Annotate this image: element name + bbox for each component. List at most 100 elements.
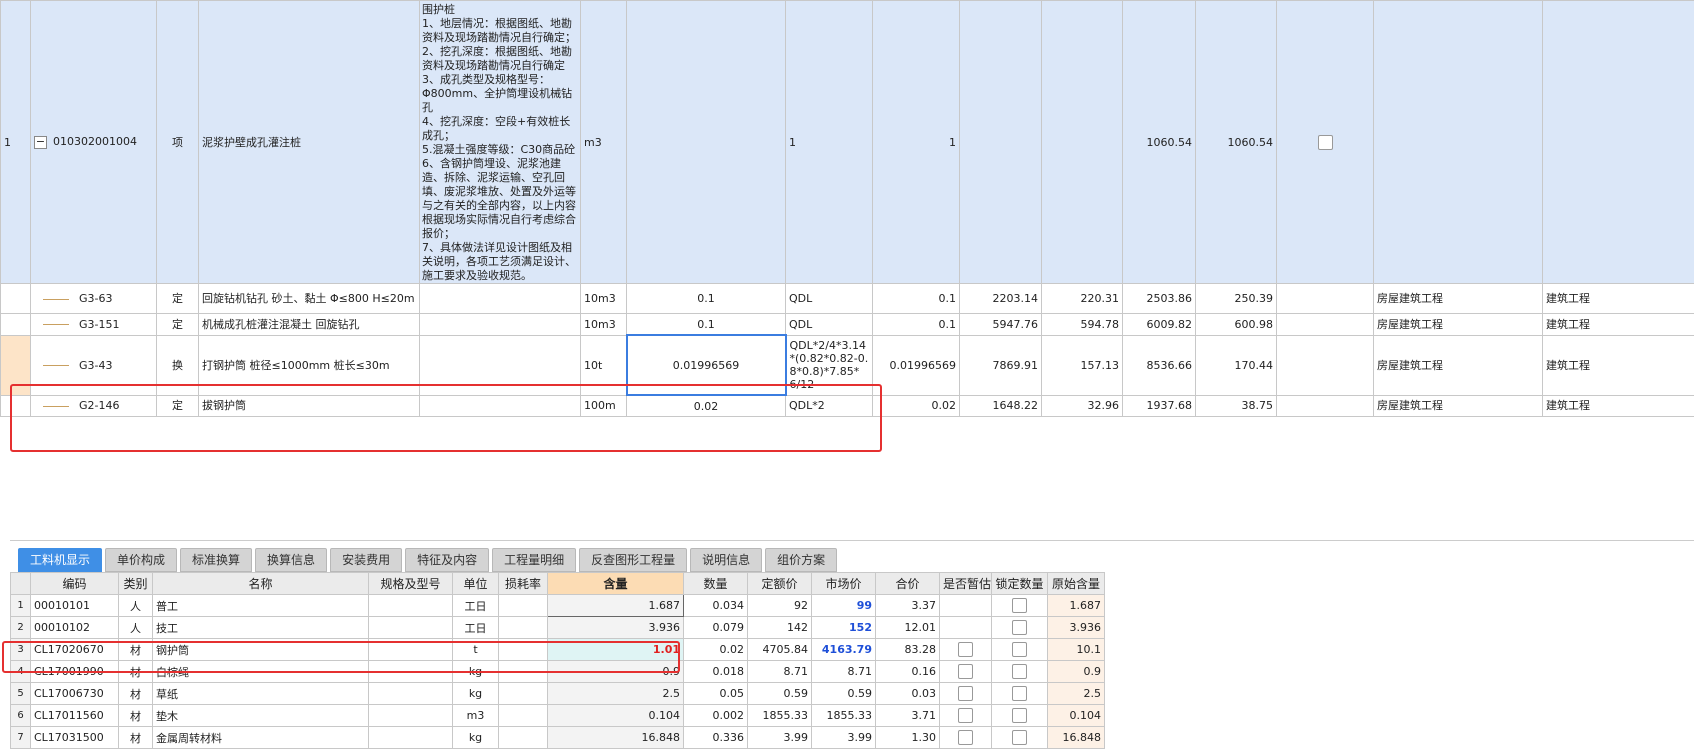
spec-cell[interactable] — [369, 705, 453, 727]
amount-cell[interactable]: 0.336 — [684, 727, 748, 749]
lock-checkbox[interactable] — [1012, 620, 1027, 635]
name-cell[interactable]: 金属周转材料 — [153, 727, 369, 749]
unit-cell[interactable]: kg — [453, 683, 499, 705]
type-cell[interactable]: 材 — [119, 661, 153, 683]
feature-description-cell[interactable]: 围护桩 1、地层情况：根据图纸、地勘资料及现场踏勘情况自行确定； 2、挖孔深度：… — [420, 1, 581, 284]
type-cell[interactable]: 换 — [157, 335, 199, 395]
tab-features-content[interactable]: 特征及内容 — [405, 548, 489, 572]
code-cell[interactable]: CL17001990 — [31, 661, 119, 683]
grid-row-quota[interactable]: G3-151 定 机械成孔桩灌注混凝土 回旋钻孔 10m3 0.1 QDL 0.… — [1, 314, 1694, 336]
spec-cell[interactable] — [369, 683, 453, 705]
amount-cell[interactable]: 0.018 — [684, 661, 748, 683]
loss-cell[interactable] — [499, 639, 548, 661]
checkbox[interactable] — [1318, 135, 1333, 150]
type-cell[interactable]: 项 — [157, 1, 199, 284]
provisional-checkbox[interactable] — [958, 664, 973, 679]
content-cell[interactable] — [627, 1, 786, 284]
header-content[interactable]: 含量 — [548, 573, 684, 595]
unit-cell[interactable]: 10m3 — [581, 314, 627, 336]
amount-cell[interactable]: 0.034 — [684, 595, 748, 617]
unit-cell[interactable]: 工日 — [453, 617, 499, 639]
provisional-checkbox[interactable] — [958, 708, 973, 723]
header-amount[interactable]: 数量 — [684, 573, 748, 595]
lock-checkbox[interactable] — [1012, 708, 1027, 723]
type-cell[interactable]: 材 — [119, 639, 153, 661]
name-cell[interactable]: 技工 — [153, 617, 369, 639]
content-cell[interactable]: 0.9 — [548, 661, 684, 683]
type-cell[interactable]: 人 — [119, 595, 153, 617]
market-price-cell[interactable]: 152 — [812, 617, 876, 639]
qty-cell[interactable]: 0.1 — [873, 284, 960, 314]
resource-row[interactable]: 5 CL17006730 材 草纸 kg 2.5 0.05 0.59 0.59 … — [11, 683, 1105, 705]
qty-cell[interactable]: 1 — [873, 1, 960, 284]
expr-cell[interactable]: QDL*2/4*3.14*(0.82*0.82-0.8*0.8)*7.85*6/… — [786, 335, 873, 395]
unit-cell[interactable]: 工日 — [453, 595, 499, 617]
spec-cell[interactable] — [369, 617, 453, 639]
amount-cell[interactable]: 0.002 — [684, 705, 748, 727]
code-cell[interactable]: CL17031500 — [31, 727, 119, 749]
code-cell[interactable]: −010302001004 — [31, 1, 157, 284]
name-cell[interactable]: 垫木 — [153, 705, 369, 727]
amount-cell[interactable]: 0.02 — [684, 639, 748, 661]
qty-cell[interactable]: 0.01996569 — [873, 335, 960, 395]
header-original-content[interactable]: 原始含量 — [1048, 573, 1105, 595]
name-cell[interactable]: 拔钢护筒 — [199, 395, 420, 417]
spec-cell[interactable] — [369, 727, 453, 749]
lock-cell[interactable] — [992, 683, 1048, 705]
feature-description-cell[interactable] — [420, 395, 581, 417]
tab-standard-conversion[interactable]: 标准换算 — [180, 548, 252, 572]
code-cell[interactable]: CL17006730 — [31, 683, 119, 705]
qty-cell[interactable]: 0.02 — [873, 395, 960, 417]
resource-row[interactable]: 6 CL17011560 材 垫木 m3 0.104 0.002 1855.33… — [11, 705, 1105, 727]
lock-cell[interactable] — [992, 617, 1048, 639]
header-base-price[interactable]: 定额价 — [748, 573, 812, 595]
amount-cell[interactable]: 0.05 — [684, 683, 748, 705]
loss-cell[interactable] — [499, 595, 548, 617]
provisional-cell[interactable] — [940, 661, 992, 683]
content-cell[interactable]: 1.687 — [548, 595, 684, 617]
tab-reverse-graphic-quantity[interactable]: 反查图形工程量 — [579, 548, 687, 572]
header-provisional[interactable]: 是否暂估 — [940, 573, 992, 595]
type-cell[interactable]: 定 — [157, 284, 199, 314]
content-cell[interactable]: 1.01 — [548, 639, 684, 661]
loss-cell[interactable] — [499, 683, 548, 705]
header-total[interactable]: 合价 — [876, 573, 940, 595]
header-type[interactable]: 类别 — [119, 573, 153, 595]
name-cell[interactable]: 打钢护筒 桩径≤1000mm 桩长≤30m — [199, 335, 420, 395]
code-cell[interactable]: 00010101 — [31, 595, 119, 617]
lock-cell[interactable] — [992, 661, 1048, 683]
type-cell[interactable]: 定 — [157, 395, 199, 417]
amount-cell[interactable]: 0.079 — [684, 617, 748, 639]
market-price-cell[interactable]: 0.59 — [812, 683, 876, 705]
market-price-cell[interactable]: 1855.33 — [812, 705, 876, 727]
code-cell[interactable]: G3-63 — [31, 284, 157, 314]
tab-installation-fee[interactable]: 安装费用 — [330, 548, 402, 572]
resource-row[interactable]: 4 CL17001990 材 白棕绳 kg 0.9 0.018 8.71 8.7… — [11, 661, 1105, 683]
unit-cell[interactable]: m3 — [453, 705, 499, 727]
lock-cell[interactable] — [992, 639, 1048, 661]
feature-description-cell[interactable] — [420, 335, 581, 395]
code-cell[interactable]: 00010102 — [31, 617, 119, 639]
type-cell[interactable]: 人 — [119, 617, 153, 639]
expr-cell[interactable]: QDL — [786, 314, 873, 336]
lock-cell[interactable] — [992, 705, 1048, 727]
spec-cell[interactable] — [369, 595, 453, 617]
loss-cell[interactable] — [499, 661, 548, 683]
header-lock-qty[interactable]: 锁定数量 — [992, 573, 1048, 595]
resource-row[interactable]: 2 00010102 人 技工 工日 3.936 0.079 142 152 1… — [11, 617, 1105, 639]
collapse-icon[interactable]: − — [34, 136, 47, 149]
tab-quantity-detail[interactable]: 工程量明细 — [492, 548, 576, 572]
unit-cell[interactable]: m3 — [581, 1, 627, 284]
name-cell[interactable]: 泥浆护壁成孔灌注桩 — [199, 1, 420, 284]
provisional-cell[interactable] — [940, 705, 992, 727]
type-cell[interactable]: 定 — [157, 314, 199, 336]
loss-cell[interactable] — [499, 705, 548, 727]
loss-cell[interactable] — [499, 727, 548, 749]
lock-checkbox[interactable] — [1012, 598, 1027, 613]
code-cell[interactable]: G3-43 — [31, 335, 157, 395]
feature-description-cell[interactable] — [420, 284, 581, 314]
unit-cell[interactable]: kg — [453, 661, 499, 683]
lock-checkbox[interactable] — [1012, 664, 1027, 679]
content-cell[interactable]: 16.848 — [548, 727, 684, 749]
header-name[interactable]: 名称 — [153, 573, 369, 595]
